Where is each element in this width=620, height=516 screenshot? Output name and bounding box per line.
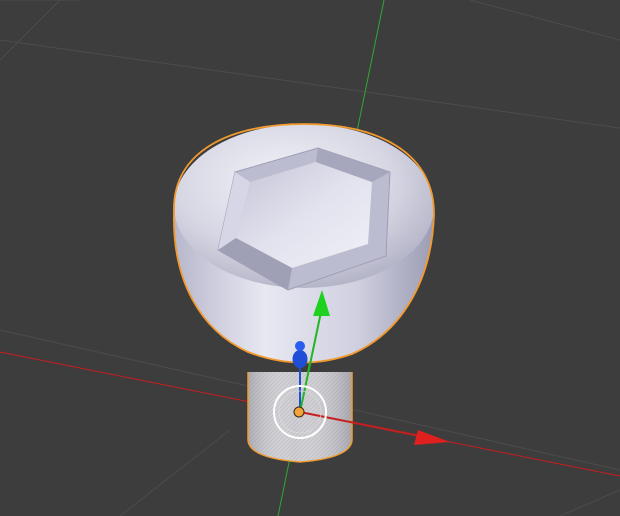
viewport-canvas[interactable] <box>0 0 620 516</box>
3d-viewport[interactable] <box>0 0 620 516</box>
object-origin-dot[interactable] <box>293 406 305 418</box>
